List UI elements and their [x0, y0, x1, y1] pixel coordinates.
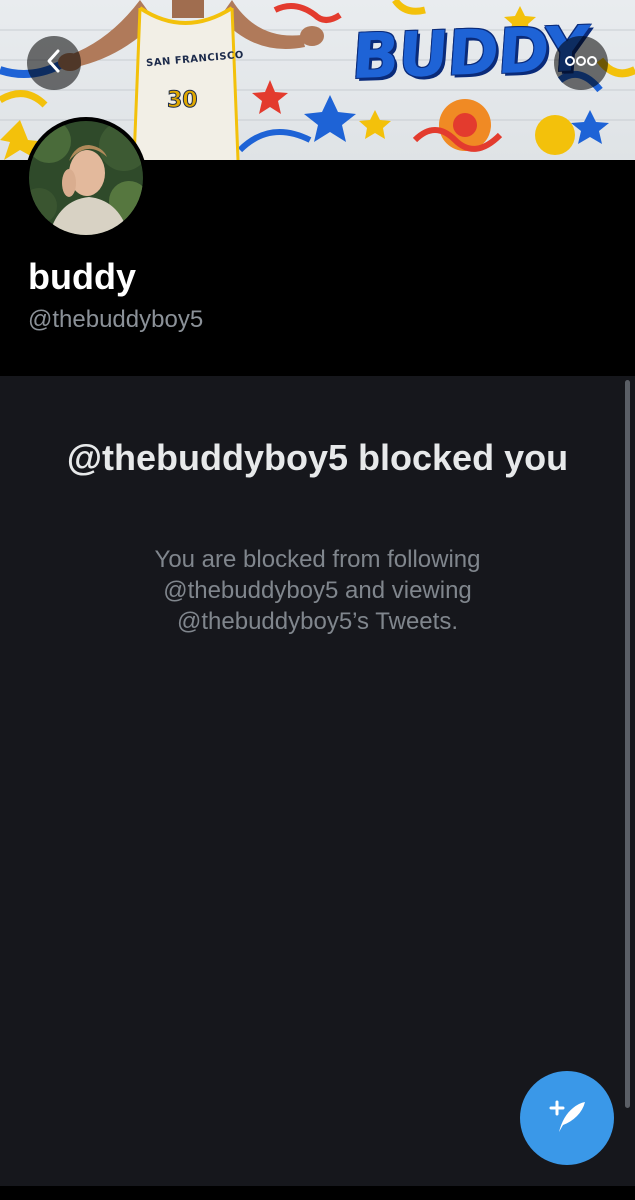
more-options-button[interactable] [554, 36, 608, 90]
back-button[interactable] [27, 36, 81, 90]
more-horizontal-icon [565, 54, 597, 72]
avatar-image [29, 121, 143, 235]
scrollbar[interactable] [625, 380, 630, 1108]
profile-handle: @thebuddyboy5 [28, 306, 204, 333]
bottom-bar [0, 1186, 635, 1200]
banner-jersey-number: 30 [167, 88, 199, 114]
blocked-panel: @thebuddyboy5 blocked you You are blocke… [0, 376, 635, 1186]
compose-tweet-button[interactable] [520, 1071, 614, 1165]
avatar[interactable] [25, 117, 147, 239]
chevron-left-icon [43, 48, 65, 79]
blocked-description: You are blocked from following @thebuddy… [154, 546, 481, 635]
blocked-title: @thebuddyboy5 blocked you [66, 437, 569, 478]
banner-title: BUDDY [349, 11, 591, 94]
display-name: buddy [28, 256, 136, 297]
compose-tweet-icon [545, 1096, 589, 1141]
